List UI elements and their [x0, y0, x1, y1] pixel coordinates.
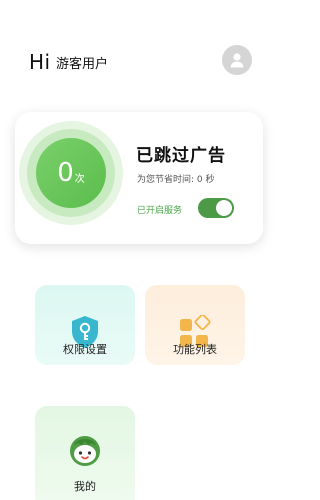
mine-label: 我的: [74, 480, 96, 493]
permission-settings-tile[interactable]: 权限设置: [35, 285, 135, 365]
greeting-hi: Hi: [29, 50, 51, 74]
avatar-button[interactable]: [222, 45, 252, 75]
saved-time-label: 为您节省时间: 0 秒: [137, 175, 215, 185]
mine-tile[interactable]: 我的: [35, 406, 135, 500]
toggle-knob: [216, 200, 232, 216]
function-list-label: 功能列表: [173, 343, 217, 356]
service-status-label: 已开启服务: [137, 206, 183, 216]
skip-count: 0: [57, 158, 74, 188]
function-list-tile[interactable]: 功能列表: [145, 285, 245, 365]
mascot-face-icon: [70, 436, 100, 466]
user-silhouette-icon: [230, 53, 244, 68]
username-label: 游客用户: [56, 57, 109, 72]
skip-counter-circle: 0 次: [36, 138, 106, 208]
skipped-ads-title: 已跳过广告: [136, 146, 226, 166]
skip-count-unit: 次: [74, 174, 85, 185]
permission-settings-label: 权限设置: [63, 343, 107, 356]
service-toggle[interactable]: [198, 198, 234, 218]
